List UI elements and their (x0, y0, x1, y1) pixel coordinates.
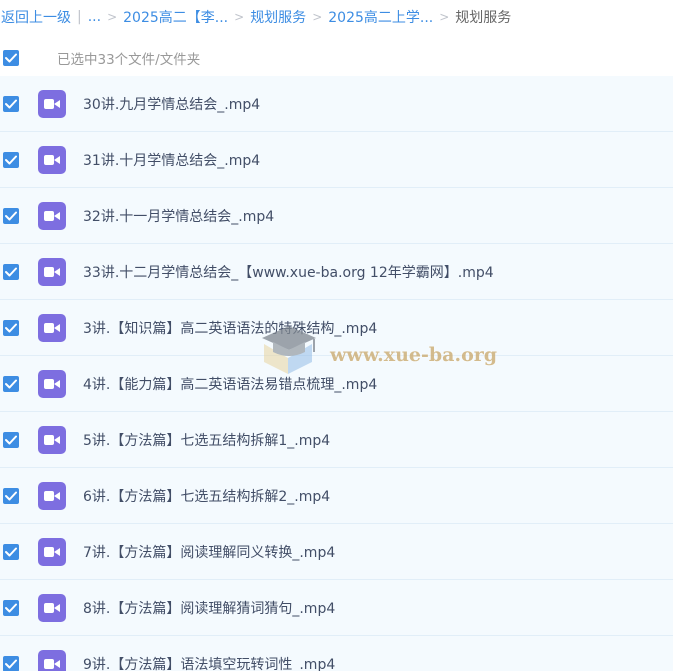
file-row[interactable]: 5讲.【方法篇】七选五结构拆解1_.mp4 (0, 412, 673, 468)
file-row[interactable]: 4讲.【能力篇】高二英语语法易错点梳理_.mp4 (0, 356, 673, 412)
file-row[interactable]: 8讲.【方法篇】阅读理解猜词猜句_.mp4 (0, 580, 673, 636)
breadcrumb-separator: > (234, 10, 245, 24)
selection-count-text: 已选中33个文件/文件夹 (57, 52, 201, 68)
check-icon (5, 547, 17, 556)
file-checkbox[interactable] (3, 431, 19, 448)
file-name[interactable]: 31讲.十月学情总结会_.mp4 (83, 150, 260, 170)
file-name[interactable]: 5讲.【方法篇】七选五结构拆解1_.mp4 (83, 430, 330, 450)
video-icon[interactable] (38, 89, 66, 118)
file-name[interactable]: 3讲.【知识篇】高二英语语法的特殊结构_.mp4 (83, 318, 377, 338)
file-checkbox[interactable] (3, 207, 19, 224)
file-list: 30讲.九月学情总结会_.mp4 31讲.十月学情总结会_.mp4 32讲.十一月学… (0, 76, 673, 671)
video-icon[interactable] (38, 593, 66, 622)
breadcrumb-separator: > (107, 10, 118, 24)
breadcrumb-separator: > (439, 10, 450, 24)
file-name[interactable]: 8讲.【方法篇】阅读理解猜词猜句_.mp4 (83, 598, 335, 618)
check-icon (5, 435, 17, 444)
file-row[interactable]: 9讲.【方法篇】语法填空玩转词性_.mp4 (0, 636, 673, 671)
breadcrumb-item-planning[interactable]: 规划服务 (250, 7, 306, 27)
file-row[interactable]: 3讲.【知识篇】高二英语语法的特殊结构_.mp4 (0, 300, 673, 356)
file-row[interactable]: 30讲.九月学情总结会_.mp4 (0, 76, 673, 132)
file-name[interactable]: 30讲.九月学情总结会_.mp4 (83, 94, 260, 114)
selection-bar: 已选中33个文件/文件夹 (0, 40, 673, 76)
video-icon[interactable] (38, 201, 66, 230)
file-checkbox[interactable] (3, 263, 19, 280)
file-row[interactable]: 32讲.十一月学情总结会_.mp4 (0, 188, 673, 244)
file-name[interactable]: 32讲.十一月学情总结会_.mp4 (83, 206, 274, 226)
video-icon[interactable] (38, 369, 66, 398)
video-camera-icon (44, 154, 60, 165)
video-icon[interactable] (38, 425, 66, 454)
check-icon (5, 323, 17, 332)
file-name[interactable]: 7讲.【方法篇】阅读理解同义转换_.mp4 (83, 542, 335, 562)
video-icon[interactable] (38, 145, 66, 174)
file-checkbox[interactable] (3, 655, 19, 671)
file-checkbox[interactable] (3, 319, 19, 336)
file-checkbox[interactable] (3, 599, 19, 616)
video-camera-icon (44, 210, 60, 221)
video-icon[interactable] (38, 481, 66, 510)
video-camera-icon (44, 378, 60, 389)
breadcrumb: 返回上一级 | ... > 2025高二【李... > 规划服务 > 2025高… (0, 0, 673, 34)
breadcrumb-item-course[interactable]: 2025高二【李... (123, 7, 228, 27)
breadcrumb-current: 规划服务 (455, 10, 512, 26)
file-name[interactable]: 6讲.【方法篇】七选五结构拆解2_.mp4 (83, 486, 330, 506)
file-checkbox[interactable] (3, 543, 19, 560)
file-row[interactable]: 33讲.十二月学情总结会_【www.xue-ba.org 12年学霸网】.mp4 (0, 244, 673, 300)
back-link[interactable]: 返回上一级 (1, 7, 71, 27)
file-name[interactable]: 4讲.【能力篇】高二英语语法易错点梳理_.mp4 (83, 374, 377, 394)
file-checkbox[interactable] (3, 95, 19, 112)
file-row[interactable]: 7讲.【方法篇】阅读理解同义转换_.mp4 (0, 524, 673, 580)
breadcrumb-ellipsis[interactable]: ... (88, 9, 101, 25)
video-icon[interactable] (38, 537, 66, 566)
video-icon[interactable] (38, 649, 66, 671)
video-camera-icon (44, 434, 60, 445)
video-camera-icon (44, 546, 60, 557)
video-camera-icon (44, 98, 60, 109)
breadcrumb-item-term[interactable]: 2025高二上学... (328, 7, 433, 27)
check-icon (5, 603, 17, 612)
file-row[interactable]: 31讲.十月学情总结会_.mp4 (0, 132, 673, 188)
file-row[interactable]: 6讲.【方法篇】七选五结构拆解2_.mp4 (0, 468, 673, 524)
breadcrumb-separator: > (312, 10, 323, 24)
video-camera-icon (44, 322, 60, 333)
check-icon (5, 99, 17, 108)
check-icon (5, 267, 17, 276)
file-name[interactable]: 9讲.【方法篇】语法填空玩转词性_.mp4 (83, 654, 335, 671)
check-icon (5, 53, 17, 63)
video-camera-icon (44, 490, 60, 501)
file-checkbox[interactable] (3, 151, 19, 168)
check-icon (5, 491, 17, 500)
file-checkbox[interactable] (3, 487, 19, 504)
video-icon[interactable] (38, 257, 66, 286)
file-checkbox[interactable] (3, 375, 19, 392)
video-camera-icon (44, 658, 60, 669)
check-icon (5, 659, 17, 668)
check-icon (5, 155, 17, 164)
video-icon[interactable] (38, 313, 66, 342)
check-icon (5, 379, 17, 388)
select-all-checkbox[interactable] (3, 50, 19, 66)
check-icon (5, 211, 17, 220)
breadcrumb-divider: | (77, 9, 82, 25)
video-camera-icon (44, 602, 60, 613)
file-name[interactable]: 33讲.十二月学情总结会_【www.xue-ba.org 12年学霸网】.mp4 (83, 262, 494, 282)
video-camera-icon (44, 266, 60, 277)
